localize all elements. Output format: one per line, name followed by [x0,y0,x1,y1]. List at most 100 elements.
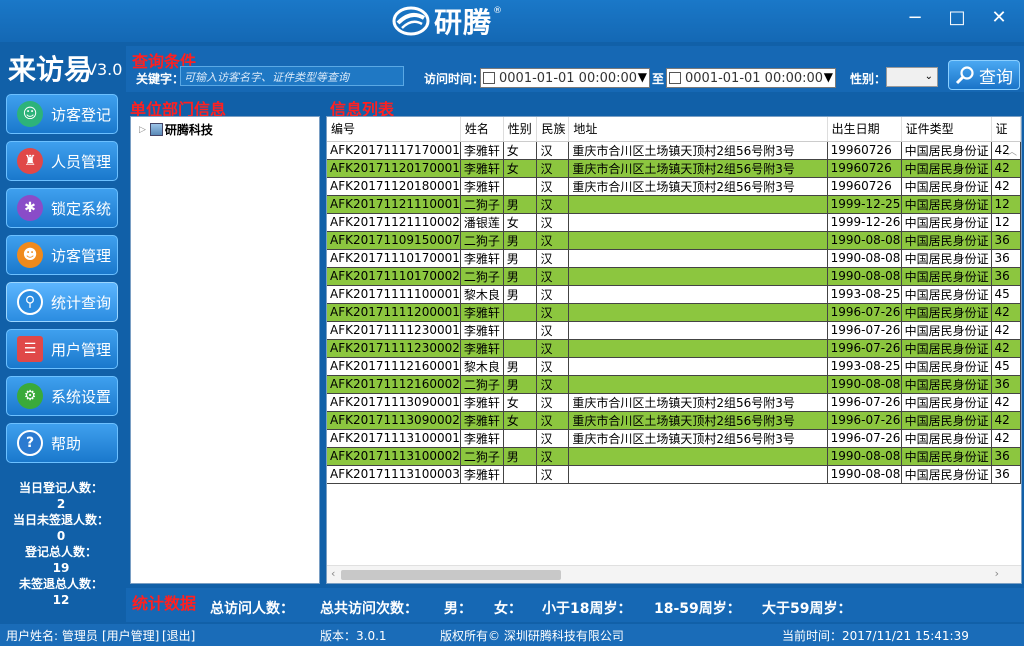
table-cell: 潘银莲 [460,213,504,232]
table-row[interactable]: AFK20171109150007 二狗子男汉 1990-08-08 中国居民身份证 3… [327,231,1021,250]
table-row[interactable]: AFK20171117170001 李雅轩女汉重庆市合川区土场镇天顶村2组56号附… [327,141,1021,160]
tree-node-root[interactable]: ▷ 研腾科技 [139,121,213,138]
table-row[interactable]: AFK20171121110001 二狗子男汉 1999-12-25 中国居民身份证 1… [327,195,1021,214]
table-row[interactable]: AFK20171113100003 李雅轩 汉 1990-08-08 中国居民身份证 36 [327,465,1021,484]
nav-label: 访客登记 [51,105,112,124]
table-row[interactable]: AFK20171110170001 李雅轩男汉 1990-08-08 中国居民身份证 3… [327,249,1021,268]
expand-arrow-icon[interactable]: ▷ [139,125,146,135]
table-cell: 男 [503,249,538,268]
table-cell [568,249,828,268]
table-row[interactable]: AFK20171113090001 李雅轩女汉重庆市合川区土场镇天顶村2组56号附… [327,393,1021,412]
table-cell: 1996-07-26 [827,411,902,430]
table-cell: 男 [503,195,538,214]
table-row[interactable]: AFK20171111230001 李雅轩 汉 1996-07-26 中国居民身份证 42 [327,321,1021,340]
nav-lock-system[interactable]: ✱ 锁定系统 [6,188,118,228]
table-cell: 汉 [536,231,570,250]
nav-person-manage[interactable]: ♜ 人员管理 [6,141,118,181]
table-cell: 汉 [536,429,570,448]
nav-settings[interactable]: ⚙ 系统设置 [6,376,118,416]
scroll-left-icon[interactable]: ‹ [331,567,335,580]
table-cell: 重庆市合川区土场镇天顶村2组56号附3号 [568,177,828,196]
col-header[interactable]: 出生日期 [827,117,902,142]
nav-visitor-register[interactable]: ☺ 访客登记 [6,94,118,134]
table-cell [568,213,828,232]
table-row[interactable]: AFK20171111230002 李雅轩 汉 1996-07-26 中国居民身份证 42 [327,339,1021,358]
minimize-button[interactable]: − [900,6,930,30]
table-cell: 黎木良 [460,357,504,376]
female-label: 女： [494,601,522,617]
table-cell: 女 [503,213,538,232]
sex-label: 性别： [850,72,887,86]
table-row[interactable]: AFK20171110170002 二狗子男汉 1990-08-08 中国居民身份证 3… [327,267,1021,286]
table-cell: 李雅轩 [460,465,504,484]
info-table: 编号 姓名 性别 民族 地址 出生日期 证件类型 证 AFK2017111717… [327,117,1021,484]
table-row[interactable]: AFK20171113090002 李雅轩女汉重庆市合川区土场镇天顶村2组56号附… [327,411,1021,430]
table-cell: 汉 [536,177,570,196]
col-header[interactable]: 性别 [503,117,538,142]
table-cell: 1996-07-26 [827,393,902,412]
table-cell: AFK20171113100002 [327,447,461,466]
table-row[interactable]: AFK20171112160001 黎木良男汉 1993-08-25 中国居民身份证 4… [327,357,1021,376]
col-header[interactable]: 姓名 [460,117,504,142]
table-cell: 中国居民身份证 [901,267,992,286]
scrollbar-thumb[interactable] [341,570,561,580]
table-cell: 汉 [536,465,570,484]
scroll-up-icon[interactable]: ︿ [1007,143,1017,158]
col-header[interactable]: 地址 [568,117,828,142]
table-cell: AFK20171113100003 [327,465,461,484]
table-cell: AFK20171111200001 [327,303,461,322]
help-icon: ? [17,430,43,456]
sex-select[interactable]: ⌄ [886,67,938,87]
nav-label: 系统设置 [51,387,112,406]
close-button[interactable]: ✕ [984,6,1014,30]
nav-user-manage[interactable]: ☰ 用户管理 [6,329,118,369]
col-header[interactable]: 编号 [327,117,461,142]
today-unsigned-value: 0 [56,529,66,543]
table-cell: 女 [503,411,538,430]
col-header[interactable]: 证 [991,117,1021,142]
table-cell: AFK20171111100001 [327,285,461,304]
horizontal-scrollbar[interactable]: ‹ › [327,565,1021,583]
table-cell: 李雅轩 [460,159,504,178]
settings-icon: ⚙ [17,383,43,409]
logout-link[interactable]: [退出] [162,627,195,644]
table-row[interactable]: AFK20171113100002 二狗子男汉 1990-08-08 中国居民身份证 3… [327,447,1021,466]
table-row[interactable]: AFK20171112160002 二狗子男汉 1990-08-08 中国居民身份证 3… [327,375,1021,394]
maximize-button[interactable]: □ [942,6,972,30]
table-cell: 19960726 [827,177,902,196]
table-cell: 重庆市合川区土场镇天顶村2组56号附3号 [568,429,828,448]
table-row[interactable]: AFK20171120180001 李雅轩 汉重庆市合川区土场镇天顶村2组56号附3… [327,177,1021,196]
nav-help[interactable]: ? 帮助 [6,423,118,463]
total-visitors-label: 总访问人数： [210,601,294,617]
table-cell: 二狗子 [460,375,504,394]
table-cell: 42 [991,177,1021,196]
search-button[interactable]: 查询 [948,60,1020,90]
date-from-checkbox[interactable] [483,72,495,84]
table-row[interactable]: AFK20171121110002 潘银莲女汉 1999-12-26 中国居民身份证 1… [327,213,1021,232]
table-cell: 1993-08-25 [827,285,902,304]
table-cell: 汉 [536,393,570,412]
table-row[interactable]: AFK20171113100001 李雅轩 汉重庆市合川区土场镇天顶村2组56号附3… [327,429,1021,448]
nav-stats-query[interactable]: ⚲ 统计查询 [6,282,118,322]
user-manage-link[interactable]: [用户管理] [102,627,159,644]
table-row[interactable]: AFK20171111200001 李雅轩 汉 1996-07-26 中国居民身份证 42 [327,303,1021,322]
table-row[interactable]: AFK20171111100001 黎木良男汉 1993-08-25 中国居民身份证 4… [327,285,1021,304]
col-header[interactable]: 证件类型 [901,117,992,142]
stats-title: 统计数据 [132,594,197,613]
app-name: 来访易 [8,53,93,86]
nav-visitor-manage[interactable]: ☻ 访客管理 [6,235,118,275]
scroll-right-icon[interactable]: › [995,567,999,580]
keyword-input[interactable]: 可输入访客名字、证件类型等查询 [180,66,404,86]
date-from-picker[interactable]: 0001-01-01 00:00:00 ▼ [480,68,650,88]
date-to-checkbox[interactable] [669,72,681,84]
table-cell: 36 [991,267,1021,286]
table-row[interactable]: AFK20171120170001 李雅轩女汉重庆市合川区土场镇天顶村2组56号附… [327,159,1021,178]
table-cell [503,339,538,358]
table-cell: 36 [991,249,1021,268]
date-to-picker[interactable]: 0001-01-01 00:00:00 ▼ [666,68,836,88]
today-registered-value: 2 [56,497,66,511]
table-cell: AFK20171110170002 [327,267,461,286]
table-cell: 中国居民身份证 [901,231,992,250]
col-header[interactable]: 民族 [536,117,570,142]
table-cell: 1996-07-26 [827,303,902,322]
